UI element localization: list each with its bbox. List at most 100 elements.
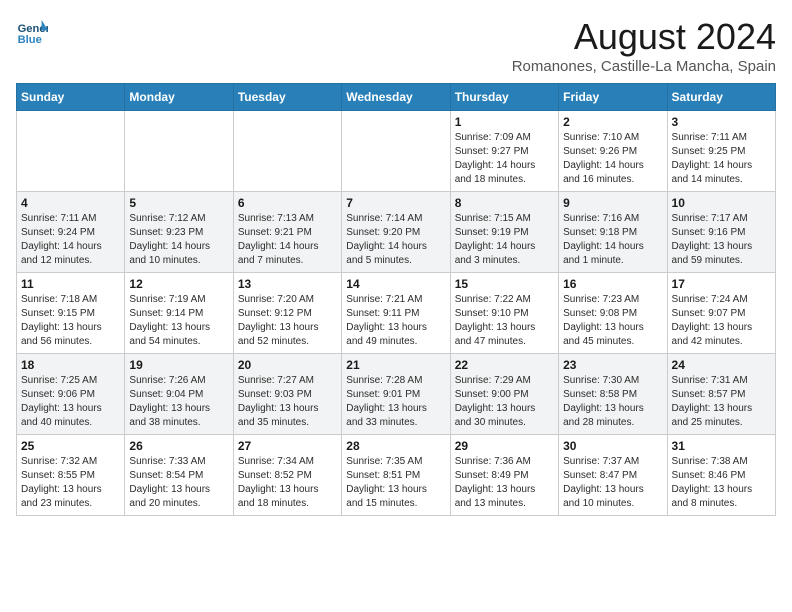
page-header: General Blue August 2024 Romanones, Cast… [16,16,776,75]
weekday-header-tuesday: Tuesday [233,84,341,111]
calendar-cell: 13 Sunrise: 7:20 AMSunset: 9:12 PMDayligh… [233,273,341,354]
day-number: 20 [238,358,337,372]
title-area: August 2024 Romanones, Castille-La Manch… [512,16,776,75]
day-number: 12 [129,277,228,291]
day-number: 23 [563,358,662,372]
day-number: 7 [346,196,445,210]
calendar-cell: 25 Sunrise: 7:32 AMSunset: 8:55 PMDayligh… [17,435,125,516]
calendar-cell: 24 Sunrise: 7:31 AMSunset: 8:57 PMDayligh… [667,354,775,435]
calendar-cell: 8 Sunrise: 7:15 AMSunset: 9:19 PMDaylight… [450,192,558,273]
main-title: August 2024 [512,16,776,58]
day-info: Sunrise: 7:30 AMSunset: 8:58 PMDaylight:… [563,374,662,430]
day-info: Sunrise: 7:26 AMSunset: 9:04 PMDaylight:… [129,374,228,430]
day-info: Sunrise: 7:33 AMSunset: 8:54 PMDaylight:… [129,455,228,511]
calendar-cell: 14 Sunrise: 7:21 AMSunset: 9:11 PMDayligh… [342,273,450,354]
calendar-body: 1 Sunrise: 7:09 AMSunset: 9:27 PMDaylight… [17,111,776,516]
calendar-week-row: 11 Sunrise: 7:18 AMSunset: 9:15 PMDayligh… [17,273,776,354]
calendar-cell: 16Sunrise: 7:23 AMSunset: 9:08 PMDayligh… [559,273,667,354]
calendar-cell: 9 Sunrise: 7:16 AMSunset: 9:18 PMDaylight… [559,192,667,273]
calendar-cell: 3 Sunrise: 7:11 AMSunset: 9:25 PMDaylight… [667,111,775,192]
day-info: Sunrise: 7:13 AMSunset: 9:21 PMDaylight:… [238,212,337,268]
day-info: Sunrise: 7:29 AMSunset: 9:00 PMDaylight:… [455,374,554,430]
calendar-cell: 15 Sunrise: 7:22 AMSunset: 9:10 PMDayligh… [450,273,558,354]
day-info: Sunrise: 7:09 AMSunset: 9:27 PMDaylight:… [455,131,554,187]
day-info: Sunrise: 7:16 AMSunset: 9:18 PMDaylight:… [563,212,662,268]
calendar-cell: 30 Sunrise: 7:37 AMSunset: 8:47 PMDayligh… [559,435,667,516]
calendar-cell: 21Sunrise: 7:28 AMSunset: 9:01 PMDayligh… [342,354,450,435]
day-number: 21 [346,358,445,372]
day-number: 5 [129,196,228,210]
day-number: 8 [455,196,554,210]
day-number: 10 [672,196,771,210]
day-number: 30 [563,439,662,453]
calendar-cell: 5 Sunrise: 7:12 AMSunset: 9:23 PMDaylight… [125,192,233,273]
calendar-cell: 4Sunrise: 7:11 AMSunset: 9:24 PMDaylight… [17,192,125,273]
calendar-cell: 18 Sunrise: 7:25 AMSunset: 9:06 PMDayligh… [17,354,125,435]
day-info: Sunrise: 7:38 AMSunset: 8:46 PMDaylight:… [672,455,771,511]
day-info: Sunrise: 7:10 AMSunset: 9:26 PMDaylight:… [563,131,662,187]
day-number: 11 [21,277,120,291]
day-info: Sunrise: 7:18 AMSunset: 9:15 PMDaylight:… [21,293,120,349]
day-info: Sunrise: 7:17 AMSunset: 9:16 PMDaylight:… [672,212,771,268]
day-number: 27 [238,439,337,453]
calendar-cell: 19 Sunrise: 7:26 AMSunset: 9:04 PMDayligh… [125,354,233,435]
logo: General Blue [16,16,48,48]
day-info: Sunrise: 7:21 AMSunset: 9:11 PMDaylight:… [346,293,445,349]
calendar-cell: 23 Sunrise: 7:30 AMSunset: 8:58 PMDayligh… [559,354,667,435]
day-info: Sunrise: 7:31 AMSunset: 8:57 PMDaylight:… [672,374,771,430]
calendar-week-row: 1 Sunrise: 7:09 AMSunset: 9:27 PMDaylight… [17,111,776,192]
day-number: 9 [563,196,662,210]
day-info: Sunrise: 7:35 AMSunset: 8:51 PMDaylight:… [346,455,445,511]
day-info: Sunrise: 7:37 AMSunset: 8:47 PMDaylight:… [563,455,662,511]
calendar-cell: 26Sunrise: 7:33 AMSunset: 8:54 PMDayligh… [125,435,233,516]
calendar-cell: 20Sunrise: 7:27 AMSunset: 9:03 PMDayligh… [233,354,341,435]
day-info: Sunrise: 7:15 AMSunset: 9:19 PMDaylight:… [455,212,554,268]
calendar-cell: 22Sunrise: 7:29 AMSunset: 9:00 PMDayligh… [450,354,558,435]
day-number: 14 [346,277,445,291]
day-info: Sunrise: 7:22 AMSunset: 9:10 PMDaylight:… [455,293,554,349]
calendar-cell: 28Sunrise: 7:35 AMSunset: 8:51 PMDayligh… [342,435,450,516]
day-number: 1 [455,115,554,129]
day-number: 4 [21,196,120,210]
calendar-cell: 2Sunrise: 7:10 AMSunset: 9:26 PMDaylight… [559,111,667,192]
calendar-cell: 12 Sunrise: 7:19 AMSunset: 9:14 PMDayligh… [125,273,233,354]
day-number: 19 [129,358,228,372]
day-info: Sunrise: 7:14 AMSunset: 9:20 PMDaylight:… [346,212,445,268]
day-info: Sunrise: 7:32 AMSunset: 8:55 PMDaylight:… [21,455,120,511]
calendar-cell [233,111,341,192]
subtitle: Romanones, Castille-La Mancha, Spain [512,58,776,75]
day-info: Sunrise: 7:20 AMSunset: 9:12 PMDaylight:… [238,293,337,349]
calendar-cell [342,111,450,192]
day-info: Sunrise: 7:19 AMSunset: 9:14 PMDaylight:… [129,293,228,349]
day-number: 31 [672,439,771,453]
weekday-header-wednesday: Wednesday [342,84,450,111]
calendar-cell: 7 Sunrise: 7:14 AMSunset: 9:20 PMDaylight… [342,192,450,273]
day-number: 29 [455,439,554,453]
day-info: Sunrise: 7:11 AMSunset: 9:25 PMDaylight:… [672,131,771,187]
calendar-week-row: 18 Sunrise: 7:25 AMSunset: 9:06 PMDayligh… [17,354,776,435]
calendar-table: SundayMondayTuesdayWednesdayThursdayFrid… [16,83,776,516]
calendar-cell: 1 Sunrise: 7:09 AMSunset: 9:27 PMDaylight… [450,111,558,192]
day-number: 25 [21,439,120,453]
day-number: 17 [672,277,771,291]
day-info: Sunrise: 7:12 AMSunset: 9:23 PMDaylight:… [129,212,228,268]
weekday-header-saturday: Saturday [667,84,775,111]
svg-text:Blue: Blue [18,34,42,46]
calendar-cell: 31 Sunrise: 7:38 AMSunset: 8:46 PMDayligh… [667,435,775,516]
day-number: 3 [672,115,771,129]
calendar-week-row: 4Sunrise: 7:11 AMSunset: 9:24 PMDaylight… [17,192,776,273]
day-number: 13 [238,277,337,291]
logo-icon: General Blue [16,16,48,48]
calendar-cell: 10 Sunrise: 7:17 AMSunset: 9:16 PMDayligh… [667,192,775,273]
day-info: Sunrise: 7:36 AMSunset: 8:49 PMDaylight:… [455,455,554,511]
day-number: 15 [455,277,554,291]
weekday-header-row: SundayMondayTuesdayWednesdayThursdayFrid… [17,84,776,111]
calendar-header: SundayMondayTuesdayWednesdayThursdayFrid… [17,84,776,111]
calendar-week-row: 25 Sunrise: 7:32 AMSunset: 8:55 PMDayligh… [17,435,776,516]
day-info: Sunrise: 7:24 AMSunset: 9:07 PMDaylight:… [672,293,771,349]
weekday-header-monday: Monday [125,84,233,111]
day-number: 18 [21,358,120,372]
day-number: 24 [672,358,771,372]
day-info: Sunrise: 7:25 AMSunset: 9:06 PMDaylight:… [21,374,120,430]
weekday-header-friday: Friday [559,84,667,111]
